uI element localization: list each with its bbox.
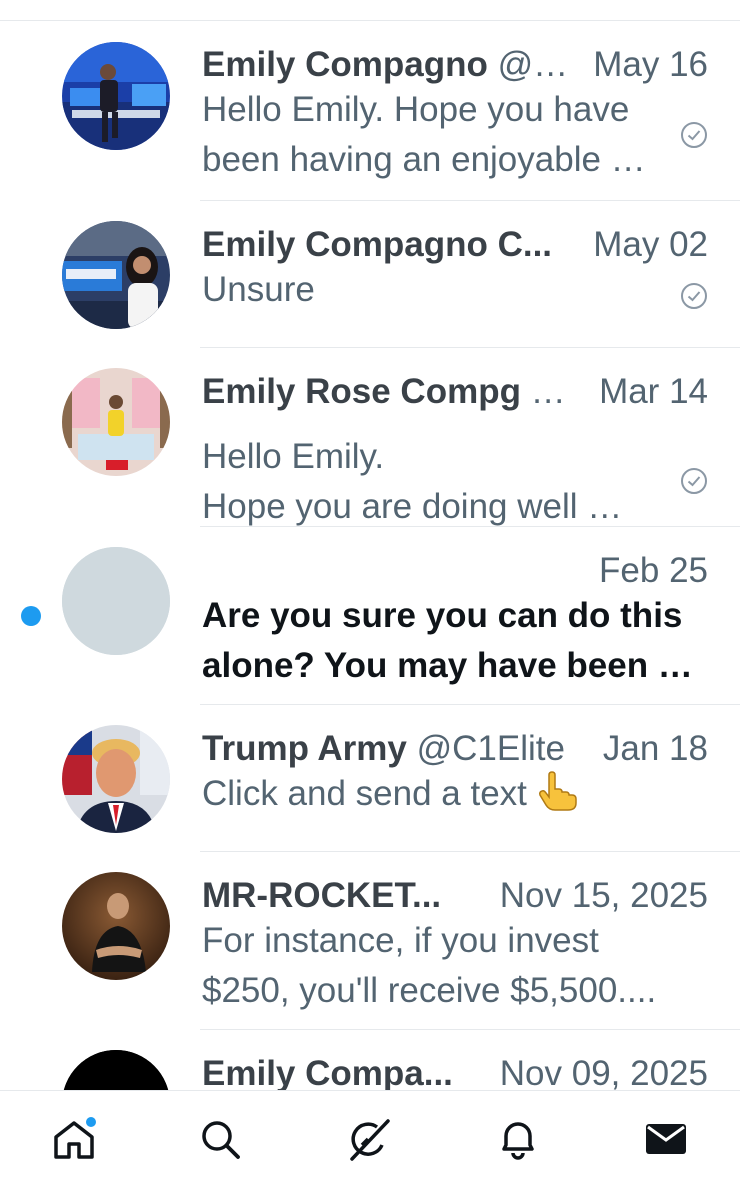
unread-indicator (21, 606, 41, 626)
conversation-item[interactable]: Emily Compagno @… May 16 Hello Emily. Ho… (0, 21, 740, 201)
conversation-list[interactable]: Emily Compagno @… May 16 Hello Emily. Ho… (0, 21, 740, 1090)
bottom-navigation-bar (0, 1090, 740, 1200)
message-preview-line: For instance, if you invest (202, 921, 599, 960)
avatar[interactable] (62, 368, 170, 476)
avatar-placeholder (62, 547, 170, 655)
message-date: Jan 18 (602, 729, 708, 768)
sender-name: Emily Compagno C... (202, 225, 553, 264)
conversation-item[interactable]: Emily Rose Compg … Mar 14 Hello Emily. H… (0, 348, 740, 527)
sender-handle: @C1Elite (416, 729, 565, 768)
home-notification-badge (84, 1115, 98, 1129)
sender-name: Emily Rose Compg (202, 372, 521, 411)
avatar[interactable] (62, 725, 170, 833)
avatar-photo-black (62, 1050, 170, 1090)
message-preview-line: been having an enjoyable … (202, 140, 646, 179)
pointing-hand-emoji (535, 771, 579, 811)
avatar-photo-news-studio (62, 42, 170, 150)
read-receipt-icon (680, 467, 708, 495)
conversation-item[interactable]: MR-ROCKET... Nov 15, 2025 For instance, … (0, 852, 740, 1030)
message-date: Nov 09, 2025 (499, 1054, 708, 1090)
avatar[interactable] (62, 872, 170, 980)
message-preview-line: Click and send a text (202, 769, 670, 819)
sender-name: Trump Army (202, 729, 407, 768)
message-preview-line: $250, you'll receive $5,500.... (202, 971, 657, 1010)
avatar[interactable] (62, 42, 170, 150)
conversation-item[interactable]: Emily Compa... Nov 09, 2025 (0, 1030, 740, 1090)
read-receipt-icon (680, 282, 708, 310)
name-ellipsis: … (520, 372, 566, 411)
avatar-photo-portrait (62, 725, 170, 833)
message-date: May 16 (593, 45, 708, 84)
sender-handle: @… (497, 45, 569, 84)
conversation-item[interactable]: Emily Compagno C... May 02 Unsure (0, 201, 740, 348)
sender-name: Emily Compa... (202, 1054, 453, 1090)
message-preview-line: Hope you are doing well … (202, 487, 623, 526)
sender-name: Emily Compagno (202, 45, 488, 84)
avatar[interactable] (62, 1050, 170, 1090)
avatar-photo-dark-portrait (62, 872, 170, 980)
conversation-item[interactable]: Trump Army @C1Elite Jan 18 Click and sen… (0, 705, 740, 852)
conversation-item[interactable]: Feb 25 Are you sure you can do this alon… (0, 527, 740, 705)
message-preview-line: Are you sure you can do this (202, 596, 683, 635)
search-icon[interactable] (196, 1115, 244, 1163)
avatar[interactable] (62, 221, 170, 329)
message-preview-line: Hello Emily. Hope you have (202, 90, 630, 129)
message-date: May 02 (593, 225, 708, 264)
message-date: Feb 25 (599, 551, 708, 590)
messages-icon[interactable] (642, 1115, 690, 1163)
notifications-icon[interactable] (494, 1115, 542, 1163)
avatar-photo-news-set (62, 221, 170, 329)
message-preview-line: Unsure (202, 270, 315, 309)
grok-icon[interactable] (346, 1115, 394, 1163)
avatar[interactable] (62, 547, 170, 655)
message-date: Nov 15, 2025 (499, 876, 708, 915)
message-date: Mar 14 (599, 372, 708, 411)
message-preview-text: Click and send a text (202, 774, 527, 813)
sender-name: MR-ROCKET... (202, 876, 442, 915)
message-preview-line: alone? You may have been … (202, 646, 693, 685)
message-preview-line: Hello Emily. (202, 437, 385, 476)
read-receipt-icon (680, 121, 708, 149)
avatar-photo-kitchen-set (62, 368, 170, 476)
